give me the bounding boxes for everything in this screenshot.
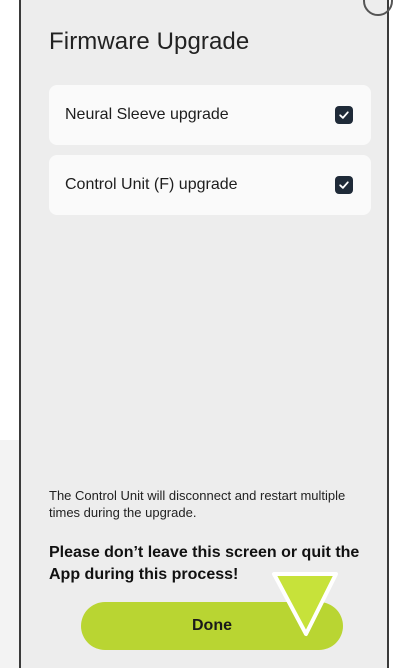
page: Firmware Upgrade Neural Sleeve upgrade C… bbox=[0, 0, 395, 668]
page-title: Firmware Upgrade bbox=[49, 28, 250, 55]
neural-sleeve-checkbox[interactable] bbox=[335, 106, 353, 124]
corner-control-icon[interactable] bbox=[363, 0, 393, 16]
upgrade-item-label: Control Unit (F) upgrade bbox=[65, 176, 238, 193]
check-icon bbox=[339, 181, 349, 189]
check-icon bbox=[339, 111, 349, 119]
upgrade-notice: The Control Unit will disconnect and res… bbox=[49, 488, 346, 520]
upgrade-item-control-unit[interactable]: Control Unit (F) upgrade bbox=[49, 155, 371, 215]
pointer-arrow-icon bbox=[272, 572, 338, 636]
control-unit-checkbox[interactable] bbox=[335, 176, 353, 194]
upgrade-item-neural-sleeve[interactable]: Neural Sleeve upgrade bbox=[49, 85, 371, 145]
upgrade-item-label: Neural Sleeve upgrade bbox=[65, 106, 229, 123]
